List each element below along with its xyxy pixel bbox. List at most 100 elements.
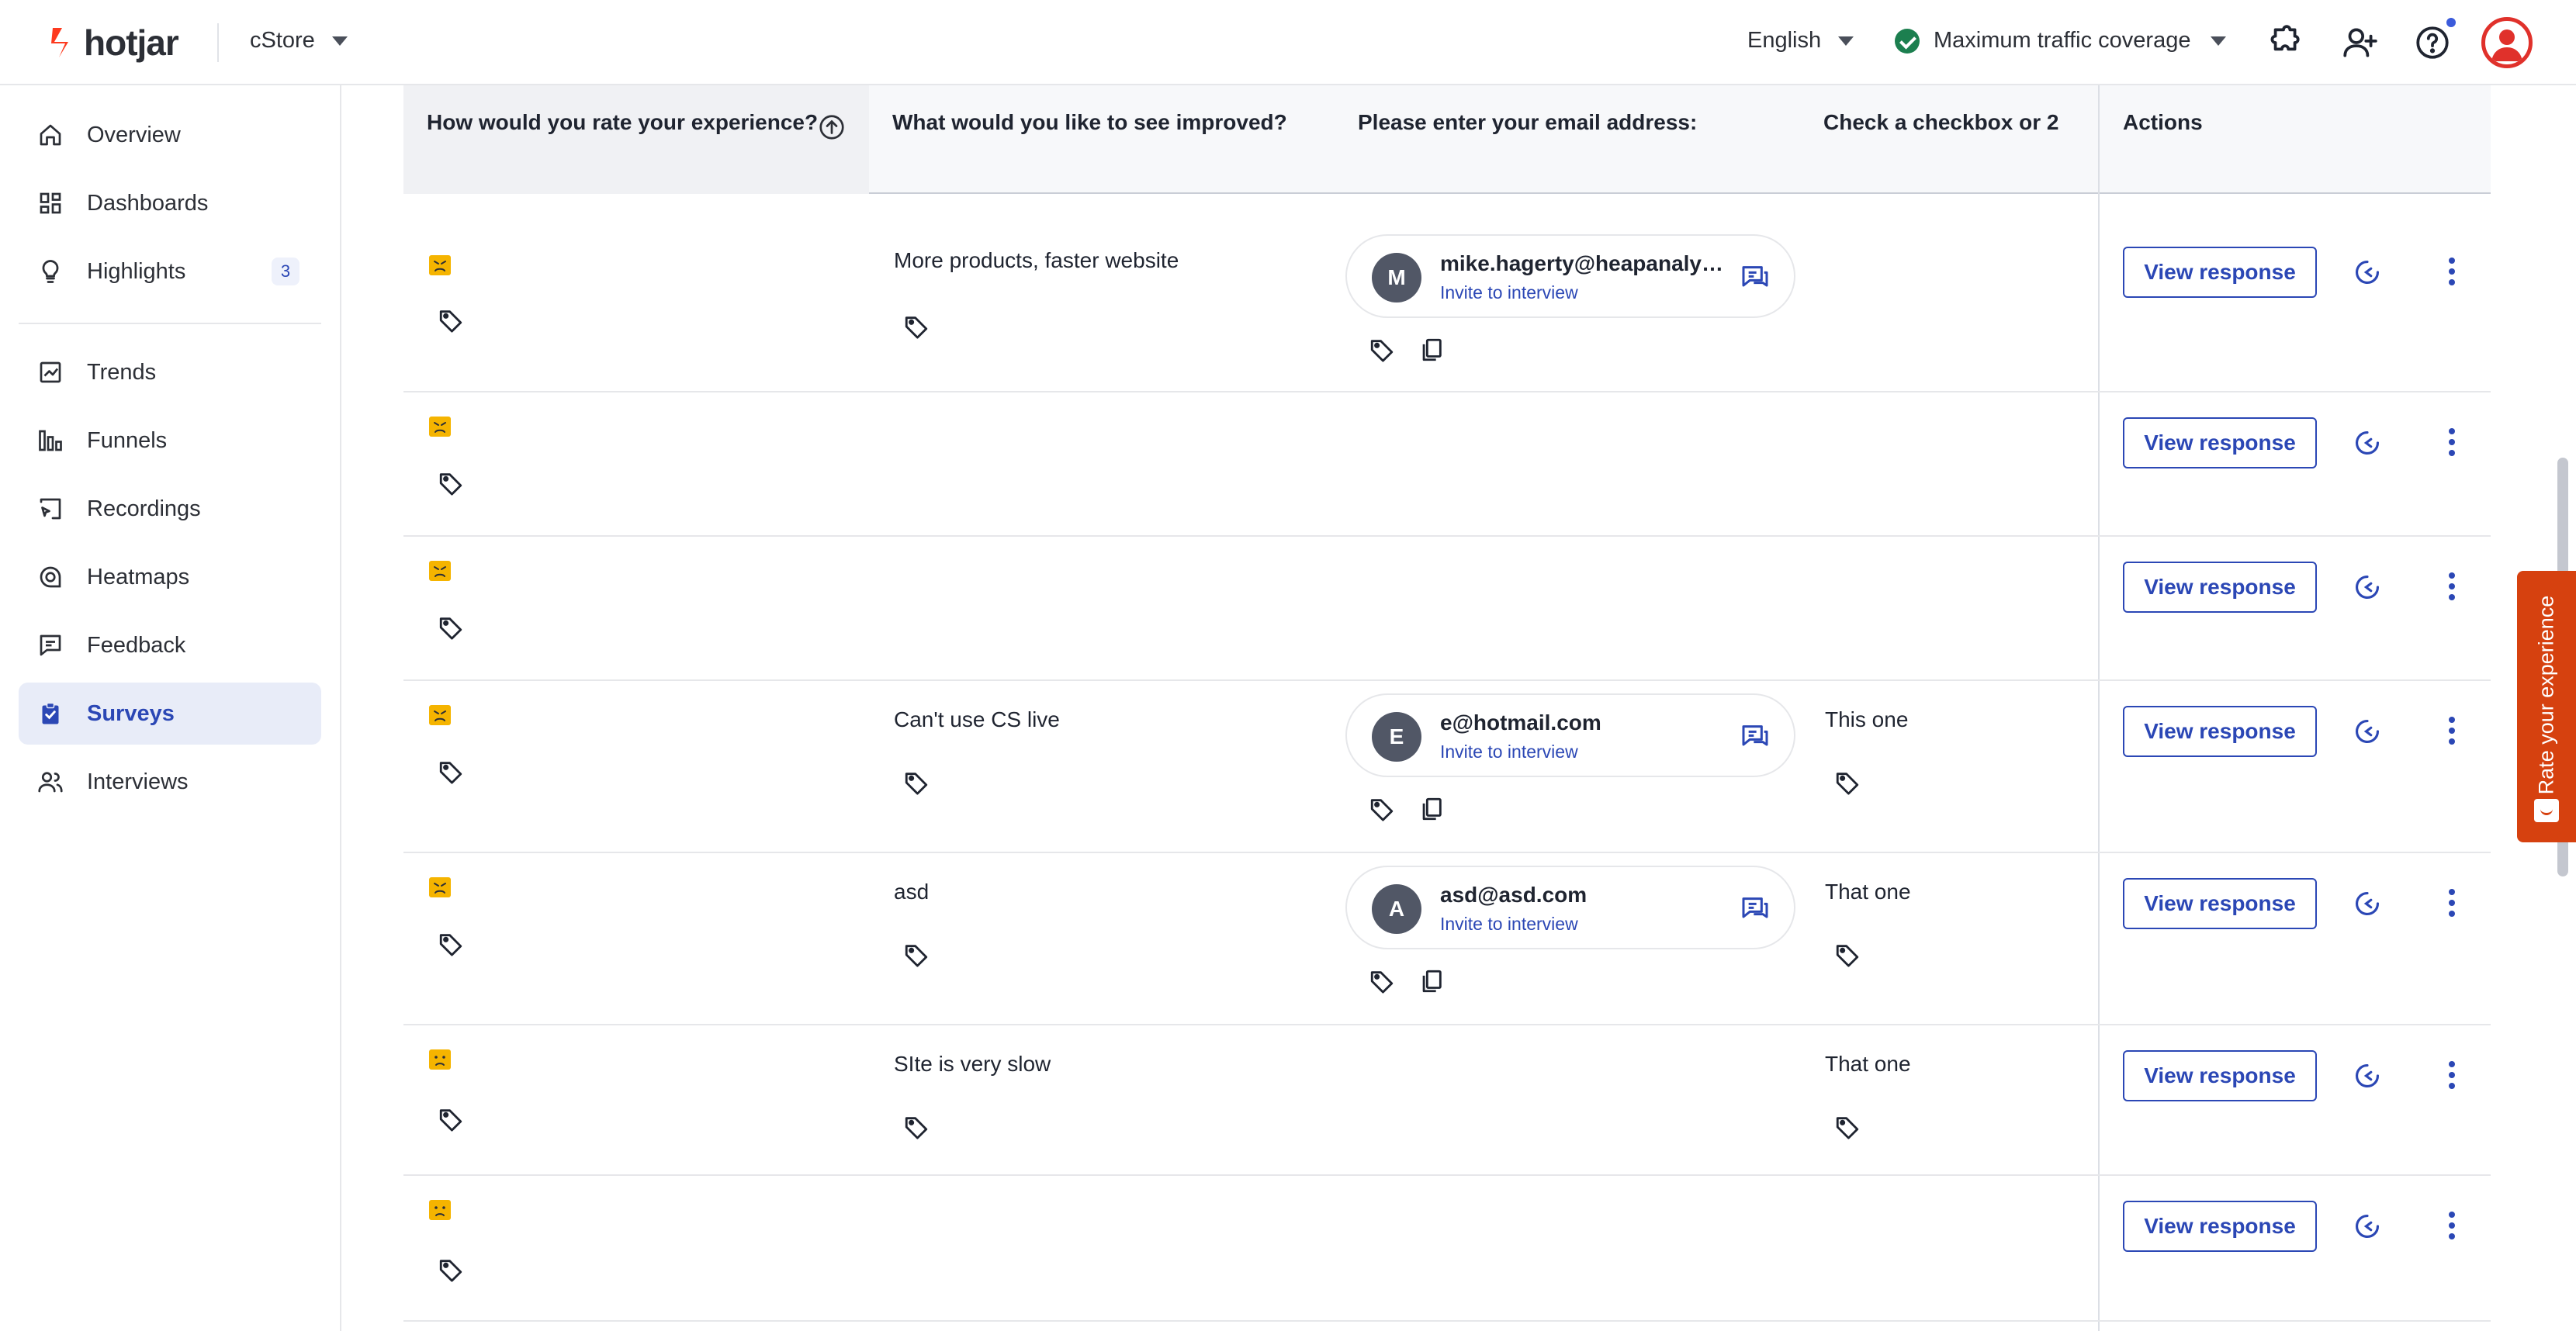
email-contact-card[interactable]: A asd@asd.com Invite to interview (1345, 866, 1795, 949)
rate-tab-label: Rate your experience (2534, 595, 2558, 795)
very-dissatisfied-emoji-icon (428, 876, 452, 898)
tag-icon[interactable] (903, 942, 930, 968)
invite-user-icon[interactable] (2340, 23, 2379, 62)
contact-avatar: M (1372, 253, 1421, 302)
view-response-button[interactable]: View response (2123, 247, 2317, 298)
heatmap-icon (36, 562, 65, 592)
tag-icon[interactable] (903, 1114, 930, 1140)
checkbox-answer: That one (1825, 880, 1911, 904)
survey-responses-table: How would you rate your experience? What… (343, 85, 2576, 1331)
tag-icon[interactable] (1369, 968, 1395, 994)
tag-icon[interactable] (1369, 796, 1395, 822)
sidebar-item-dashboards[interactable]: Dashboards (19, 172, 321, 234)
tag-icon[interactable] (1834, 769, 1861, 796)
lightbulb-icon (36, 257, 65, 286)
caret-down-icon (1838, 36, 1854, 46)
email-address: e@hotmail.com (1440, 710, 1601, 735)
chat-bubble-icon[interactable] (1740, 721, 1771, 752)
copy-icon[interactable] (1418, 796, 1445, 822)
share-icon[interactable] (2353, 1061, 2382, 1091)
integrations-puzzle-icon[interactable] (2264, 23, 2303, 62)
dissatisfied-emoji-icon (428, 1049, 452, 1070)
share-icon[interactable] (2353, 889, 2382, 918)
highlights-count-badge: 3 (272, 258, 299, 285)
traffic-coverage-selector[interactable]: Maximum traffic coverage (1895, 28, 2227, 54)
improved-answer: More products, faster website (894, 248, 1179, 272)
sidebar-item-highlights[interactable]: Highlights 3 (19, 240, 321, 302)
column-header-rating[interactable]: How would you rate your experience? (403, 85, 869, 194)
share-icon[interactable] (2353, 717, 2382, 746)
table-row: View response (403, 392, 2491, 537)
tag-icon[interactable] (1834, 942, 1861, 968)
copy-icon[interactable] (1418, 968, 1445, 994)
sidebar-item-trends[interactable]: Trends (19, 341, 321, 403)
invite-to-interview-link[interactable]: Invite to interview (1440, 914, 1578, 935)
table-row: asd A asd@asd.com Invite to interview Th… (403, 853, 2491, 1025)
sort-ascending-icon[interactable] (818, 113, 846, 141)
more-options-icon[interactable] (2447, 258, 2457, 285)
copy-icon[interactable] (1418, 337, 1445, 363)
column-header-email[interactable]: Please enter your email address: (1335, 85, 1800, 194)
tag-icon[interactable] (1369, 337, 1395, 363)
interviews-people-icon (36, 767, 65, 797)
invite-to-interview-link[interactable]: Invite to interview (1440, 742, 1578, 762)
sidebar: Overview Dashboards Highlights 3 Trends … (0, 85, 341, 1331)
contact-avatar: E (1372, 712, 1421, 762)
tag-icon[interactable] (903, 769, 930, 796)
more-options-icon[interactable] (2447, 1212, 2457, 1239)
sidebar-item-overview[interactable]: Overview (19, 104, 321, 166)
sidebar-item-heatmaps[interactable]: Heatmaps (19, 546, 321, 608)
share-icon[interactable] (2353, 1212, 2382, 1241)
tag-icon[interactable] (438, 614, 464, 641)
user-avatar[interactable] (2481, 17, 2533, 68)
rate-your-experience-tab[interactable]: Rate your experience (2517, 571, 2576, 842)
tag-icon[interactable] (438, 1257, 464, 1283)
more-options-icon[interactable] (2447, 889, 2457, 917)
column-header-improved[interactable]: What would you like to see improved? (869, 85, 1335, 194)
sidebar-item-funnels[interactable]: Funnels (19, 410, 321, 472)
more-options-icon[interactable] (2447, 717, 2457, 745)
view-response-button[interactable]: View response (2123, 417, 2317, 468)
sidebar-item-recordings[interactable]: Recordings (19, 478, 321, 540)
language-label: English (1747, 28, 1822, 53)
invite-to-interview-link[interactable]: Invite to interview (1440, 282, 1578, 303)
tag-icon[interactable] (438, 759, 464, 785)
column-header-checkbox[interactable]: Check a checkbox or 2 (1800, 85, 2098, 194)
sidebar-item-label: Interviews (87, 769, 189, 794)
hotjar-logo[interactable]: hotjar (48, 22, 179, 64)
share-icon[interactable] (2353, 572, 2382, 602)
view-response-button[interactable]: View response (2123, 878, 2317, 929)
tag-icon[interactable] (438, 470, 464, 496)
more-options-icon[interactable] (2447, 572, 2457, 600)
more-options-icon[interactable] (2447, 1061, 2457, 1089)
tag-icon[interactable] (903, 313, 930, 340)
language-selector[interactable]: English (1747, 28, 1854, 54)
sidebar-item-label: Funnels (87, 427, 168, 453)
chat-bubble-icon[interactable] (1740, 894, 1771, 925)
site-name: cStore (250, 28, 315, 53)
email-contact-card[interactable]: M mike.hagerty@heapanalytic... Invite to… (1345, 234, 1795, 318)
very-dissatisfied-emoji-icon (428, 560, 452, 582)
site-selector[interactable]: cStore (250, 28, 348, 54)
table-row: SIte is very slow That one View response (403, 1025, 2491, 1176)
contact-avatar: A (1372, 884, 1421, 934)
sidebar-item-label: Recordings (87, 496, 201, 521)
share-icon[interactable] (2353, 258, 2382, 287)
sidebar-item-interviews[interactable]: Interviews (19, 751, 321, 813)
sidebar-item-surveys[interactable]: Surveys (19, 683, 321, 745)
view-response-button[interactable]: View response (2123, 706, 2317, 757)
tag-icon[interactable] (438, 931, 464, 957)
sidebar-item-label: Surveys (87, 700, 175, 726)
tag-icon[interactable] (438, 1106, 464, 1132)
chat-bubble-icon[interactable] (1740, 262, 1771, 293)
more-options-icon[interactable] (2447, 428, 2457, 456)
view-response-button[interactable]: View response (2123, 1201, 2317, 1252)
help-icon[interactable] (2413, 23, 2452, 62)
sidebar-item-feedback[interactable]: Feedback (19, 614, 321, 676)
view-response-button[interactable]: View response (2123, 1050, 2317, 1101)
share-icon[interactable] (2353, 428, 2382, 458)
tag-icon[interactable] (1834, 1114, 1861, 1140)
email-contact-card[interactable]: E e@hotmail.com Invite to interview (1345, 693, 1795, 777)
view-response-button[interactable]: View response (2123, 562, 2317, 613)
tag-icon[interactable] (438, 307, 464, 334)
